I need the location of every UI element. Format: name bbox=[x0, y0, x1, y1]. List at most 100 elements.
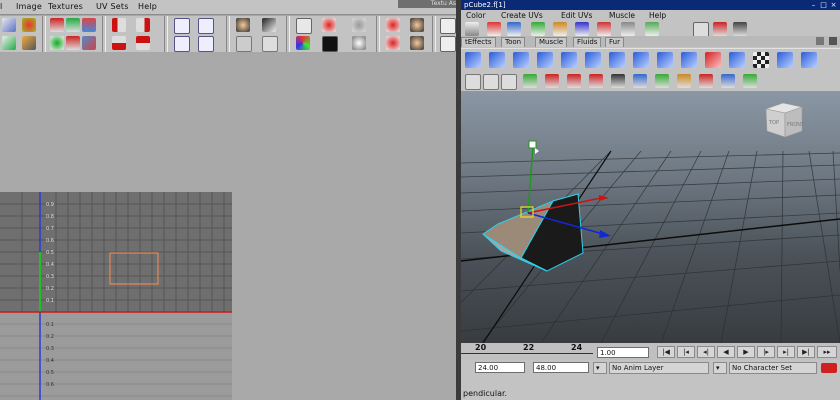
frame-icon[interactable] bbox=[236, 36, 252, 52]
tab-toon[interactable]: Toon bbox=[501, 37, 526, 47]
dim-image-icon[interactable] bbox=[352, 18, 366, 32]
uv-menu-image[interactable]: Image bbox=[16, 2, 42, 11]
uv-layout-icon[interactable] bbox=[174, 18, 190, 34]
trash-icon[interactable] bbox=[829, 37, 837, 45]
uv-viewport[interactable]: 0.9 0.8 0.7 0.6 0.5 0.4 0.3 0.2 0.1 0.1 … bbox=[0, 54, 458, 400]
move-uv-shell-icon[interactable] bbox=[2, 18, 16, 32]
manipulator-y-handle[interactable] bbox=[528, 140, 537, 149]
character-set-dropdown[interactable]: No Character Set bbox=[729, 362, 817, 374]
image-range-icon[interactable] bbox=[386, 18, 400, 32]
rotate-uv-icon[interactable] bbox=[50, 18, 64, 32]
film-gate-icon[interactable] bbox=[545, 74, 559, 88]
uv-menu-textures[interactable]: Textures bbox=[48, 2, 83, 11]
textured-icon[interactable] bbox=[655, 74, 669, 88]
step-back-key-icon[interactable]: |◂ bbox=[677, 346, 695, 358]
anim-layer-dropdown[interactable]: No Anim Layer bbox=[609, 362, 709, 374]
manipulator-z-arrow[interactable] bbox=[599, 230, 611, 238]
bookmark-icon[interactable] bbox=[501, 74, 517, 90]
align-top-icon[interactable] bbox=[136, 36, 150, 50]
render-icon[interactable] bbox=[575, 22, 589, 36]
tab-fur[interactable]: Fur bbox=[605, 37, 624, 47]
view-cube[interactable]: TOP FRONT bbox=[764, 102, 805, 138]
sew-uv-icon[interactable] bbox=[50, 36, 64, 50]
menu-help[interactable]: Help bbox=[649, 11, 666, 20]
alpha-channel-icon[interactable] bbox=[322, 36, 338, 52]
close-icon[interactable]: × bbox=[829, 1, 838, 9]
normalize-uv-icon[interactable] bbox=[585, 52, 601, 68]
uv-menu-item[interactable]: l bbox=[0, 2, 2, 11]
align-left-icon[interactable] bbox=[112, 18, 126, 32]
uv-grid[interactable]: 0.9 0.8 0.7 0.6 0.5 0.4 0.3 0.2 0.1 0.1 … bbox=[0, 192, 232, 400]
grid-toggle-icon[interactable] bbox=[262, 36, 278, 52]
uv-snapshot-shelf-icon[interactable] bbox=[801, 52, 817, 68]
checker-icon[interactable] bbox=[296, 18, 312, 34]
time-slider[interactable]: 20 22 24 1.00 |◀ |◂ ◂| ◀ ▶ |▸ ▸| ▶| ▸▸ bbox=[461, 343, 840, 360]
menu-create-uvs[interactable]: Create UVs bbox=[501, 11, 543, 20]
snap-grid-icon[interactable] bbox=[487, 22, 501, 36]
select-border-icon[interactable] bbox=[198, 36, 214, 52]
merge-uv-icon[interactable] bbox=[681, 52, 697, 68]
grid-uv-icon[interactable] bbox=[66, 18, 80, 32]
safe-action-icon[interactable] bbox=[589, 74, 603, 88]
view-icon[interactable] bbox=[440, 36, 456, 52]
cut-uv-edges-icon[interactable] bbox=[633, 52, 649, 68]
go-to-start-icon[interactable]: |◀ bbox=[657, 346, 675, 358]
pin-uv-icon[interactable] bbox=[262, 18, 276, 32]
lock-camera-icon[interactable] bbox=[483, 74, 499, 90]
shadows-icon[interactable] bbox=[699, 74, 713, 88]
texture-swap-icon[interactable] bbox=[322, 18, 336, 32]
flip-uv-icon[interactable] bbox=[22, 18, 36, 32]
uv-editor-icon[interactable] bbox=[777, 52, 793, 68]
current-frame-field[interactable]: 1.00 bbox=[597, 347, 649, 358]
play-backward-icon[interactable]: ◀ bbox=[717, 346, 735, 358]
menu-edit-uvs[interactable]: Edit UVs bbox=[561, 11, 592, 20]
step-forward-frame-icon[interactable]: |▸ bbox=[757, 346, 775, 358]
spherical-mapping-icon[interactable] bbox=[513, 52, 529, 68]
step-forward-key-icon[interactable]: ▸| bbox=[777, 346, 795, 358]
sew-uv-edges-icon[interactable] bbox=[657, 52, 673, 68]
person-icon-3[interactable] bbox=[410, 36, 424, 50]
go-to-end-alt-icon[interactable]: ▸▸ bbox=[817, 346, 837, 358]
perspective-viewport[interactable]: TOP FRONT bbox=[461, 91, 840, 343]
refresh-icon[interactable] bbox=[386, 36, 400, 50]
shaded-uv-icon[interactable] bbox=[352, 36, 366, 50]
ipr-icon[interactable] bbox=[597, 22, 611, 36]
maximize-icon[interactable]: □ bbox=[819, 1, 828, 9]
align-right-icon[interactable] bbox=[136, 18, 150, 32]
automatic-mapping-icon[interactable] bbox=[537, 52, 553, 68]
dropdown-arrow-icon[interactable]: ▾ bbox=[713, 362, 727, 374]
go-to-end-icon[interactable]: ▶| bbox=[797, 346, 815, 358]
checker-map-icon[interactable] bbox=[753, 52, 769, 68]
smooth-shade-icon[interactable] bbox=[633, 74, 647, 88]
uv-menu-help[interactable]: Help bbox=[138, 2, 157, 11]
tab-effects[interactable]: tEffects bbox=[461, 37, 496, 47]
person-icon[interactable] bbox=[236, 18, 250, 32]
tab-muscle[interactable]: Muscle bbox=[535, 37, 568, 47]
uv-menu-uvsets[interactable]: UV Sets bbox=[96, 2, 129, 11]
camera-icon[interactable] bbox=[465, 74, 481, 90]
step-back-frame-icon[interactable]: ◂| bbox=[697, 346, 715, 358]
dropdown-arrow-icon[interactable]: ▾ bbox=[593, 362, 607, 374]
menu-muscle[interactable]: Muscle bbox=[609, 11, 635, 20]
xray-icon[interactable] bbox=[721, 74, 735, 88]
snap-point-icon[interactable] bbox=[531, 22, 545, 36]
viewport-scene[interactable]: TOP FRONT bbox=[461, 91, 840, 343]
wireframe-icon[interactable] bbox=[611, 74, 625, 88]
resolution-gate-icon[interactable] bbox=[567, 74, 581, 88]
align-bottom-icon[interactable] bbox=[112, 36, 126, 50]
unitize-uv-icon[interactable] bbox=[609, 52, 625, 68]
lights-icon[interactable] bbox=[677, 74, 691, 88]
cylindrical-mapping-icon[interactable] bbox=[489, 52, 505, 68]
animation-end-field[interactable]: 48.00 bbox=[533, 362, 589, 373]
camera-mapping-icon[interactable] bbox=[561, 52, 577, 68]
select-shell-icon[interactable] bbox=[174, 36, 190, 52]
move-sew-icon[interactable] bbox=[66, 36, 80, 50]
play-forward-icon[interactable]: ▶ bbox=[737, 346, 755, 358]
shelf-menu-icon[interactable] bbox=[816, 37, 824, 45]
copy-uv-icon[interactable] bbox=[729, 52, 745, 68]
manipulator-y-axis[interactable] bbox=[527, 145, 534, 214]
person-icon-2[interactable] bbox=[410, 18, 424, 32]
playback-end-field[interactable]: 24.00 bbox=[475, 362, 525, 373]
history-icon[interactable] bbox=[553, 22, 567, 36]
delete-uv-icon[interactable] bbox=[705, 52, 721, 68]
